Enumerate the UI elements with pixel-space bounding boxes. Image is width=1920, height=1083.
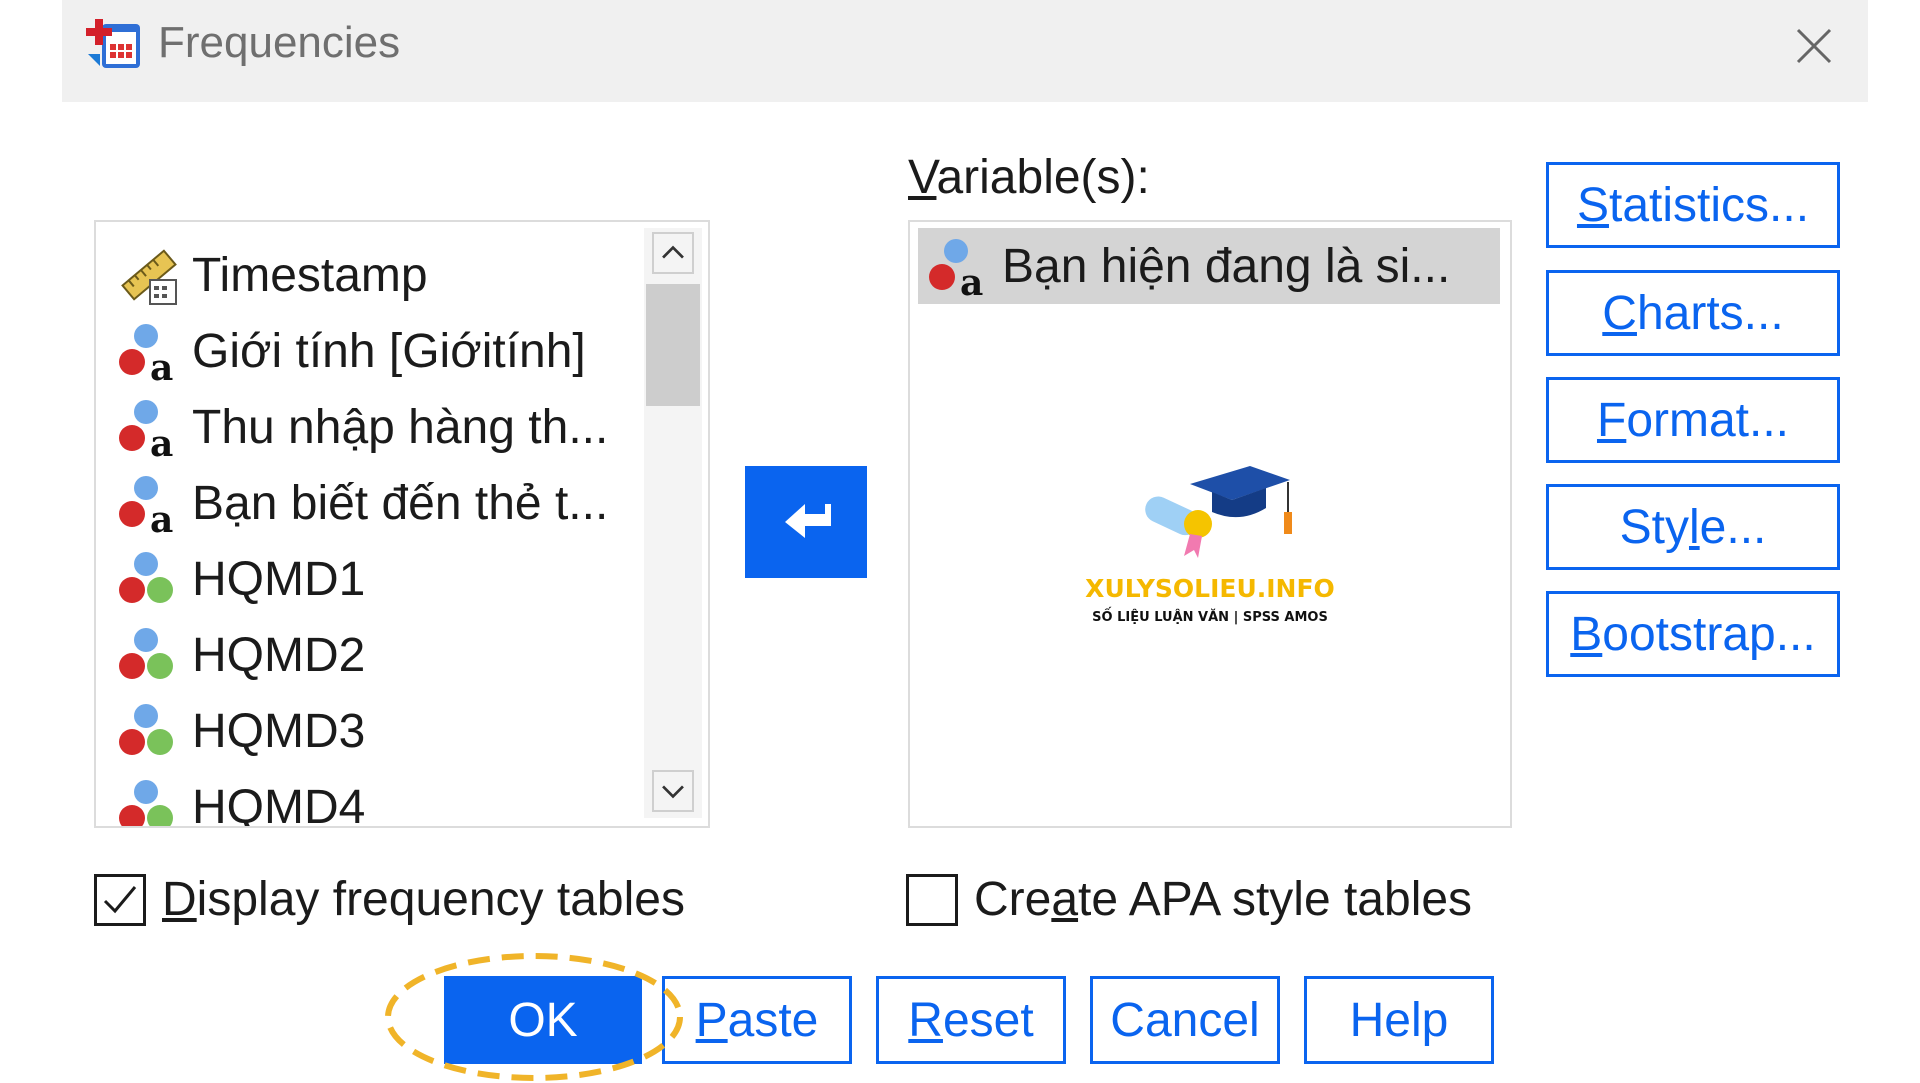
frequencies-icon xyxy=(86,19,140,68)
graduation-cap-icon xyxy=(1145,466,1292,558)
watermark-logo: XULYSOLIEU.INFO SỐ LIỆU LUẬN VĂN | SPSS … xyxy=(1070,452,1350,652)
list-item[interactable]: HQMD1 xyxy=(116,544,636,614)
list-item[interactable]: Timestamp xyxy=(116,240,636,310)
nominal-string-variable-icon: a xyxy=(119,476,173,536)
checkbox-label: Create APA style tables xyxy=(974,873,1473,926)
list-item-label: HQMD1 xyxy=(192,552,366,606)
display-frequency-tables-checkbox[interactable]: Display frequency tables xyxy=(94,872,685,927)
ruler-variable-icon xyxy=(121,249,177,305)
list-item-label: Thu nhập hàng th... xyxy=(192,400,609,454)
nominal-string-variable-icon: a xyxy=(929,239,983,299)
list-item-label: HQMD2 xyxy=(192,628,366,682)
bootstrap-button[interactable]: Bootstrap... xyxy=(1546,591,1840,677)
scroll-down-arrow-icon[interactable] xyxy=(652,770,694,812)
list-item[interactable]: HQMD3 xyxy=(116,696,636,766)
target-variable-list[interactable]: a Bạn hiện đang là si... XULYSOLIEU.INFO… xyxy=(908,220,1512,828)
list-item[interactable]: a Giới tính [Giớitính] xyxy=(116,316,636,386)
checkbox-label: Display frequency tables xyxy=(162,873,685,926)
reset-button[interactable]: Reset xyxy=(876,976,1066,1064)
nominal-string-variable-icon: a xyxy=(119,400,173,460)
svg-text:a: a xyxy=(150,499,173,536)
source-variable-list[interactable]: Timestamp a Giới tính [Giớitính] a Thu n… xyxy=(94,220,710,828)
nominal-variable-icon xyxy=(119,780,173,826)
list-item[interactable]: a Bạn hiện đang là si... xyxy=(918,228,1500,304)
move-arrow-icon xyxy=(785,504,831,538)
svg-text:a: a xyxy=(150,347,173,384)
paste-button[interactable]: Paste xyxy=(662,976,852,1064)
charts-button[interactable]: Charts... xyxy=(1546,270,1840,356)
nominal-variable-icon xyxy=(119,552,173,603)
list-item-label: HQMD4 xyxy=(192,780,366,828)
variables-label: Variable(s): xyxy=(908,151,1150,204)
move-variable-button[interactable] xyxy=(745,466,867,578)
checkmark-icon xyxy=(103,885,137,913)
list-item-label: Bạn hiện đang là si... xyxy=(1002,239,1451,293)
ok-button[interactable]: OK xyxy=(444,976,642,1064)
create-apa-tables-checkbox[interactable]: Create APA style tables xyxy=(906,872,1472,927)
window-title: Frequencies xyxy=(158,18,401,67)
style-button[interactable]: Sty l e... xyxy=(1546,484,1840,570)
nominal-variable-icon xyxy=(119,628,173,679)
checkbox-checked[interactable] xyxy=(94,873,146,926)
close-icon[interactable] xyxy=(1790,22,1838,70)
watermark-title: XULYSOLIEU.INFO xyxy=(1085,574,1335,603)
cancel-button[interactable]: Cancel xyxy=(1090,976,1280,1064)
list-item-label: Bạn biết đến thẻ t... xyxy=(192,476,609,530)
title-bar: Frequencies xyxy=(62,0,1868,102)
help-button[interactable]: Help xyxy=(1304,976,1494,1064)
frequencies-dialog: Frequencies Timestamp a Giới tính [Giớit… xyxy=(0,0,1920,1081)
list-item[interactable]: a Thu nhập hàng th... xyxy=(116,392,636,462)
svg-text:a: a xyxy=(960,262,983,299)
nominal-variable-icon xyxy=(119,704,173,755)
statistics-button[interactable]: Statistics... xyxy=(1546,162,1840,248)
nominal-string-variable-icon: a xyxy=(119,324,173,384)
source-list-scrollbar[interactable] xyxy=(644,228,702,818)
svg-text:a: a xyxy=(150,423,173,460)
list-item-label: HQMD3 xyxy=(192,704,366,758)
checkbox-unchecked[interactable] xyxy=(906,873,958,926)
list-item[interactable]: HQMD2 xyxy=(116,620,636,690)
list-item[interactable]: HQMD4 xyxy=(116,772,636,828)
scroll-thumb[interactable] xyxy=(646,284,700,406)
format-button[interactable]: Format... xyxy=(1546,377,1840,463)
scroll-up-arrow-icon[interactable] xyxy=(652,232,694,274)
list-item[interactable]: a Bạn biết đến thẻ t... xyxy=(116,468,636,538)
list-item-label: Giới tính [Giớitính] xyxy=(192,324,586,378)
list-item-label: Timestamp xyxy=(192,248,428,302)
watermark-subtitle: SỐ LIỆU LUẬN VĂN | SPSS AMOS xyxy=(1092,610,1328,625)
